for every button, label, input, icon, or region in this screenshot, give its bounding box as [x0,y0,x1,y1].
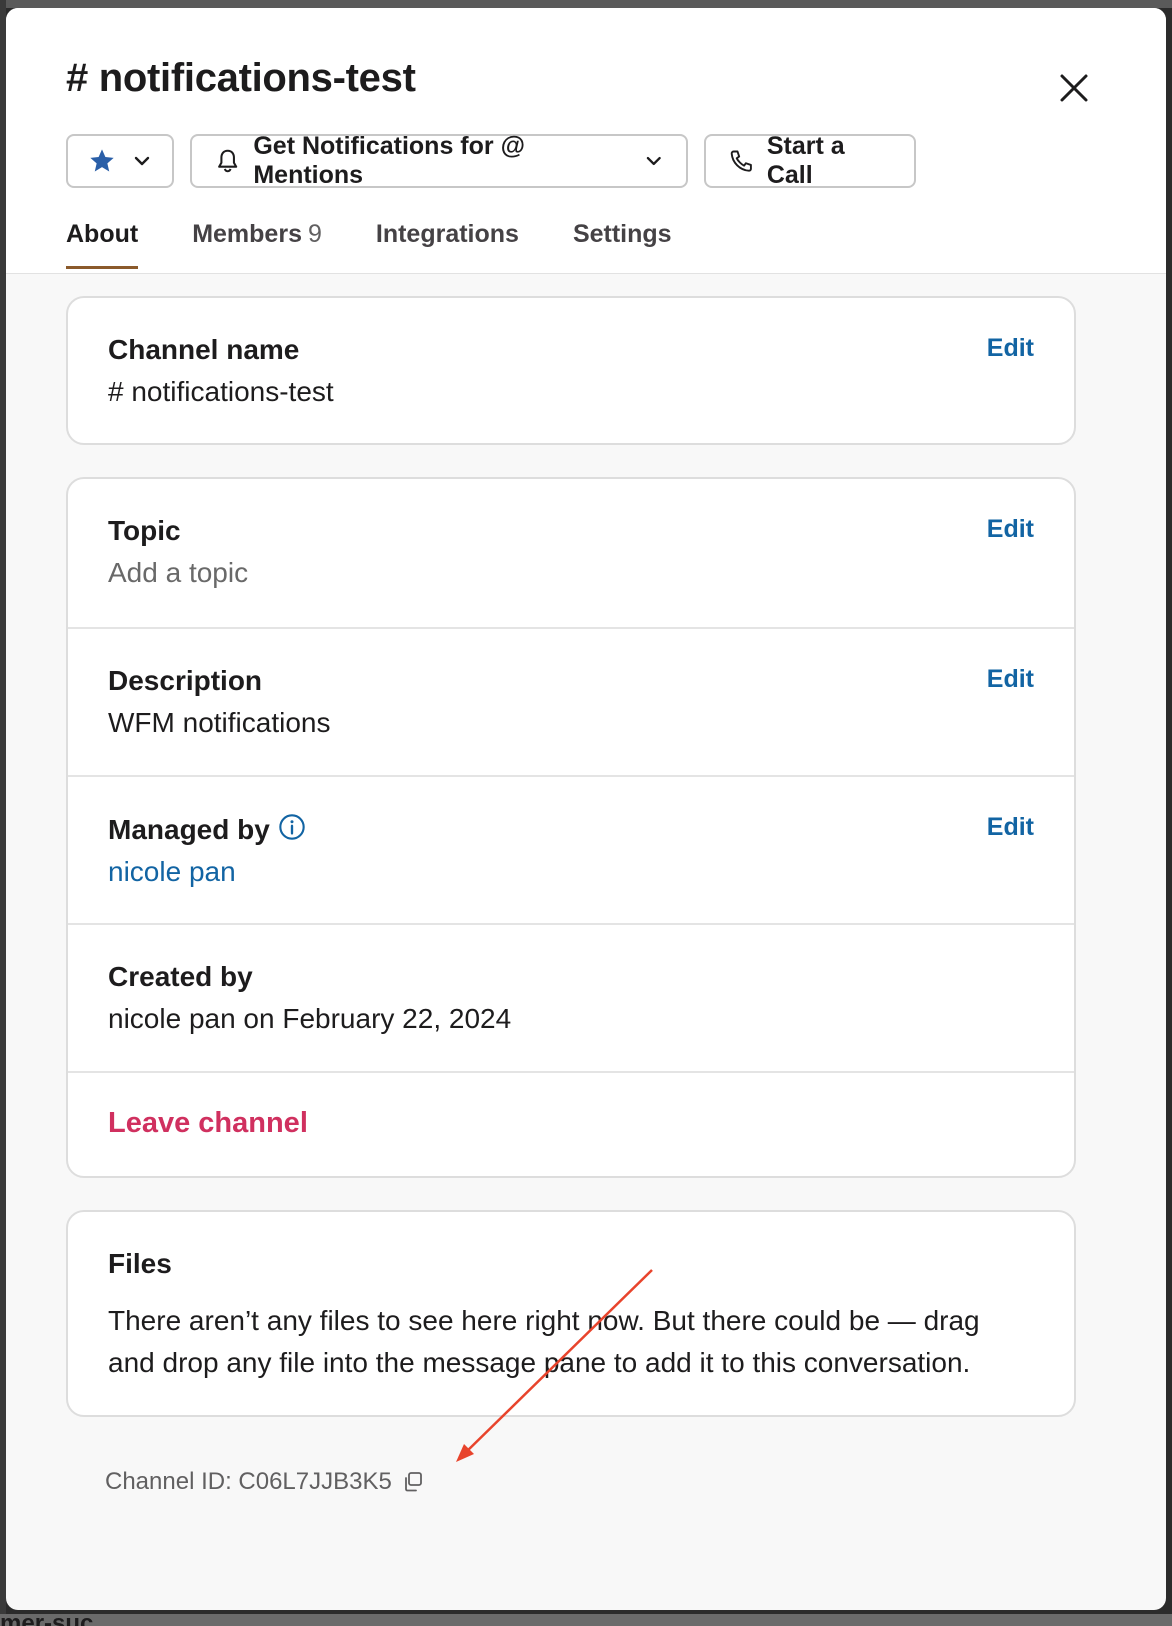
tab-about[interactable]: About [66,220,139,269]
tab-members-label: Members [192,220,302,248]
channel-name-label: Channel name [108,334,300,365]
members-count: 9 [307,220,322,248]
phone-icon [730,150,752,172]
created-by-value: nicole pan on February 22, 2024 [108,1003,512,1034]
topic-label: Topic [108,515,181,546]
channel-name-value: # notifications-test [108,376,334,407]
chevron-down-icon [134,156,150,166]
background-channel-fragment: mer-suc... [0,1610,114,1626]
channel-name-section: Channel name # notifications-test Edit [68,298,1074,443]
close-icon [1060,74,1088,102]
star-button[interactable] [66,134,174,188]
background-app-top [0,0,1172,8]
description-value: WFM notifications [108,707,331,738]
leave-channel-button[interactable]: Leave channel [108,1107,308,1139]
topic-edit-link[interactable]: Edit [987,515,1034,544]
files-card: Files There aren’t any files to see here… [66,1210,1076,1417]
managed-by-section[interactable]: Managed by nicole pan Edit [68,775,1074,923]
managed-by-label-row: Managed by [108,813,1034,846]
modal-header: # notifications-test Get Notifications f… [6,8,1166,274]
description-section[interactable]: Description WFM notifications Edit [68,627,1074,775]
description-edit-link[interactable]: Edit [987,665,1034,694]
bell-icon [218,149,238,173]
action-buttons: Get Notifications for @ Mentions Start a… [66,132,916,189]
start-call-label: Start a Call [766,132,845,189]
info-icon[interactable] [278,813,306,841]
modal-title: # notifications-test [66,56,416,100]
channel-id-row: Channel ID: C06L7JJB3K5 [105,1468,424,1496]
tab-members[interactable]: Members 9 [192,220,322,269]
background-app-bottom [0,1614,1172,1626]
files-section: Files There aren’t any files to see here… [68,1212,1074,1415]
tab-settings[interactable]: Settings [573,220,672,269]
managed-by-label: Managed by [108,814,270,845]
created-by-section: Created by nicole pan on February 22, 20… [68,923,1074,1071]
created-by-label: Created by [108,961,253,992]
copy-icon[interactable] [402,1471,424,1493]
close-button[interactable] [1052,66,1096,110]
channel-name-card: Channel name # notifications-test Edit [66,296,1076,445]
leave-channel-section: Leave channel [68,1071,1074,1172]
channel-details-modal: # notifications-test Get Notifications f… [6,8,1166,1610]
files-empty-message: There aren’t any files to see here right… [108,1305,980,1378]
managed-by-edit-link[interactable]: Edit [987,813,1034,842]
start-call-button[interactable]: Start a Call [704,132,916,189]
channel-id-text: Channel ID: C06L7JJB3K5 [105,1468,392,1495]
managed-by-user-link[interactable]: nicole pan [108,856,1034,888]
tab-bar: About Members 9 Integrations Settings [66,220,672,269]
channel-name-edit-link[interactable]: Edit [987,334,1034,363]
description-label: Description [108,665,263,696]
tab-integrations[interactable]: Integrations [376,220,519,269]
channel-details-card: Topic Add a topic Edit Description WFM n… [66,477,1076,1178]
tab-settings-label: Settings [572,220,672,248]
star-icon [90,149,114,172]
tab-integrations-label: Integrations [375,220,519,248]
notification-button-label: Get Notifications for @ Mentions [253,132,525,189]
tab-about-label: About [66,220,139,248]
topic-section[interactable]: Topic Add a topic Edit [68,479,1074,627]
notification-settings-button[interactable]: Get Notifications for @ Mentions [190,132,688,189]
topic-value: Add a topic [108,557,249,588]
chevron-down-icon [647,156,662,166]
files-label: Files [108,1248,172,1279]
copy-icon-graphic [404,1472,422,1492]
